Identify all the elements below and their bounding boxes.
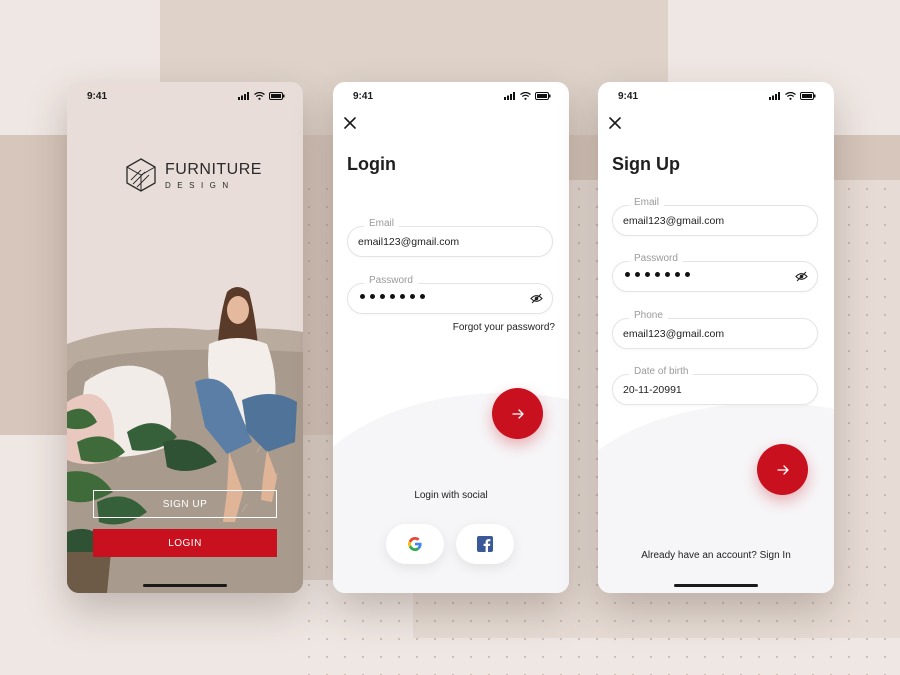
password-label: Password [364,275,418,286]
date-of-birth-field[interactable]: Date of birth 20-11-20991 [612,366,818,405]
password-mask [360,294,425,299]
status-bar: 9:41 [333,82,569,110]
brand-subtitle: DESIGN [165,180,235,190]
email-value: email123@gmail.com [358,236,460,248]
status-bar: 9:41 [67,82,303,110]
sign-in-link[interactable]: Already have an account? Sign In [598,550,834,561]
home-indicator [674,584,758,587]
home-indicator [143,584,227,587]
signal-icon [238,92,249,100]
email-field[interactable]: Email email123@gmail.com [347,218,553,257]
forgot-password-link[interactable]: Forgot your password? [453,322,555,333]
date-of-birth-label: Date of birth [629,366,694,377]
password-mask [625,272,690,277]
facebook-icon [477,536,493,552]
signup-button[interactable]: SIGN UP [93,490,277,518]
social-login-label: Login with social [414,490,488,501]
phone-field[interactable]: Phone email123@gmail.com [612,310,818,349]
welcome-screen: 9:41 FURNITURE DESIGN SIGN UP LOGIN [67,82,303,593]
eye-off-icon[interactable] [530,293,543,304]
background-wave [598,403,834,593]
password-field[interactable]: Password [347,275,553,314]
wifi-icon [785,92,796,100]
hexagon-logo-icon [126,158,156,192]
status-time: 9:41 [618,90,639,102]
status-icons [504,92,551,100]
wifi-icon [254,92,265,100]
email-label: Email [364,218,400,229]
email-field[interactable]: Email email123@gmail.com [612,197,818,236]
password-field[interactable]: Password [612,253,818,292]
close-icon[interactable] [343,116,357,130]
page-title: Sign Up [612,154,680,174]
arrow-right-icon [776,464,789,475]
battery-icon [535,92,551,100]
status-time: 9:41 [87,90,108,102]
signal-icon [504,92,515,100]
signup-screen: 9:41 Sign Up Email email123@gmail.com Pa… [598,82,834,593]
password-label: Password [629,253,683,264]
google-icon [408,537,422,551]
email-label: Email [629,197,665,208]
google-login-button[interactable] [386,524,444,564]
login-button[interactable]: LOGIN [93,529,277,557]
brand-title: FURNITURE [165,160,262,178]
email-value: email123@gmail.com [623,215,725,227]
phone-value: email123@gmail.com [623,328,725,340]
battery-icon [800,92,816,100]
submit-login-button[interactable] [492,388,543,439]
arrow-right-icon [511,408,524,419]
login-screen: 9:41 Login Email email123@gmail.com Pass… [333,82,569,593]
signal-icon [769,92,780,100]
status-time: 9:41 [353,90,374,102]
page-title: Login [347,154,396,174]
facebook-login-button[interactable] [456,524,514,564]
brand-logo: FURNITURE DESIGN [125,158,262,192]
status-icons [238,92,285,100]
phone-label: Phone [629,310,668,321]
submit-signup-button[interactable] [757,444,808,495]
status-icons [769,92,816,100]
wifi-icon [520,92,531,100]
battery-icon [269,92,285,100]
status-bar: 9:41 [598,82,834,110]
date-of-birth-value: 20-11-20991 [623,384,682,396]
eye-off-icon[interactable] [795,271,808,282]
close-icon[interactable] [608,116,622,130]
